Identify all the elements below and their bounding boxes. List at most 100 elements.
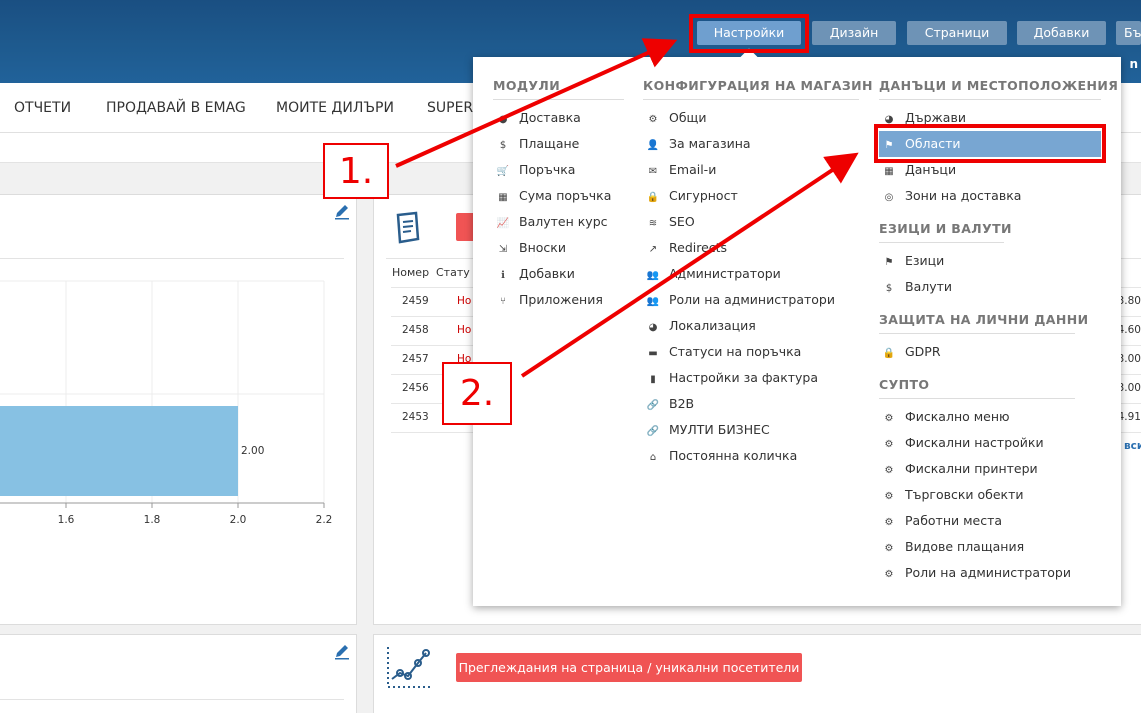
nav-super[interactable]: SUPER xyxy=(427,100,473,116)
pencil-icon[interactable] xyxy=(333,642,351,660)
menu-item-label: Видове плащания xyxy=(905,539,1025,554)
menu-item-label: Валутен курс xyxy=(519,214,608,229)
nav-pages[interactable]: Страници xyxy=(907,21,1007,45)
menu-item-label: Търговски обекти xyxy=(905,487,1024,502)
pageviews-button[interactable]: Преглеждания на страница / уникални посе… xyxy=(456,653,802,682)
order-number: 2453 xyxy=(402,411,429,423)
flag-icon: ⚑ xyxy=(884,257,894,268)
menu-item-store-config[interactable]: 🔒 Сигурност xyxy=(643,183,859,209)
store-config-title: КОНФИГУРАЦИЯ НА МАГАЗИН xyxy=(643,78,872,100)
menu-item-taxes[interactable]: ◎ Зони на доставка xyxy=(879,183,1101,209)
menu-item-label: Вноски xyxy=(519,240,566,255)
menu-item-store-config[interactable]: ≋ SEO xyxy=(643,209,859,235)
menu-item-languages[interactable]: ⚑ Езици xyxy=(879,248,1004,274)
x-tick-label: 1.6 xyxy=(58,514,75,526)
menu-item-store-config[interactable]: ◕ Локализация xyxy=(643,313,859,339)
menu-item-label: Фискални настройки xyxy=(905,435,1044,450)
nav-reports[interactable]: ОТЧЕТИ xyxy=(14,100,71,116)
order-amount: 4.60 xyxy=(1117,324,1141,336)
bar-chart: 1.6 1.8 2.0 2.2 2.00 xyxy=(0,280,333,526)
menu-item-store-config[interactable]: ↗ Redirects xyxy=(643,235,859,261)
menu-item-store-config[interactable]: ✉ Email-и xyxy=(643,157,859,183)
panel-divider xyxy=(0,699,344,700)
order-status: Но xyxy=(457,295,472,307)
menu-item-modules[interactable]: ℹ Добавки xyxy=(493,261,624,287)
privacy-title: ЗАЩИТА НА ЛИЧНИ ДАННИ xyxy=(879,312,1088,334)
users-icon: 👥 xyxy=(646,270,660,281)
menu-item-label: Email-и xyxy=(669,162,717,177)
menu-item-supto[interactable]: ⚙ Фискално меню xyxy=(879,404,1075,430)
nav-emag[interactable]: ПРОДАВАЙ В EMAG xyxy=(106,100,246,116)
menu-item-supto[interactable]: ⚙ Роли на администратори xyxy=(879,560,1075,586)
order-amount: 4.91 xyxy=(1117,411,1141,423)
info-icon: ℹ xyxy=(501,270,505,281)
gear-icon: ⚙ xyxy=(884,439,894,450)
menu-item-store-config[interactable]: ▮ Настройки за фактура xyxy=(643,365,859,391)
menu-item-store-config[interactable]: ⚙ Общи xyxy=(643,105,859,131)
menu-item-label: SEO xyxy=(669,214,695,229)
menu-item-modules[interactable]: ◕ Доставка xyxy=(493,105,624,131)
bottom-right-panel: Преглеждания на страница / уникални посе… xyxy=(373,634,1141,713)
taxes-title: ДАНЪЦИ И МЕСТОПОЛОЖЕНИЯ xyxy=(879,78,1118,100)
panel-divider xyxy=(0,258,344,259)
menu-item-store-config[interactable]: 🔗 МУЛТИ БИЗНЕС xyxy=(643,417,859,443)
menu-item-store-config[interactable]: 👤 За магазина xyxy=(643,131,859,157)
supto-title: СУПТО xyxy=(879,377,1075,399)
menu-item-label: Сума поръчка xyxy=(519,188,612,203)
menu-item-store-config[interactable]: ▬ Статуси на поръчка xyxy=(643,339,859,365)
nav-dealers[interactable]: МОИТЕ ДИЛЪРИ xyxy=(276,100,394,116)
menu-item-label: Настройки за фактура xyxy=(669,370,819,385)
link-icon: 🔗 xyxy=(646,400,660,411)
nav-more[interactable]: Бъ xyxy=(1116,21,1141,45)
menu-item-label: Данъци xyxy=(905,162,957,177)
menu-item-modules[interactable]: ⑂ Приложения xyxy=(493,287,624,313)
order-number: 2456 xyxy=(402,382,429,394)
x-tick-label: 2.2 xyxy=(316,514,333,526)
menu-item-label: Роли на администратори xyxy=(905,565,1071,580)
globe-icon: ◕ xyxy=(498,114,508,125)
dollar-icon: $ xyxy=(885,283,893,294)
user-icon: 👤 xyxy=(646,140,660,151)
x-tick-label: 1.8 xyxy=(144,514,161,526)
menu-item-label: Зони на доставка xyxy=(905,188,1022,203)
nav-design[interactable]: Дизайн xyxy=(812,21,896,45)
menu-item-store-config[interactable]: 👥 Роли на администратори xyxy=(643,287,859,313)
menu-item-store-config[interactable]: 👥 Администратори xyxy=(643,261,859,287)
menu-item-store-config[interactable]: ⌂ Постоянна количка xyxy=(643,443,859,469)
menu-item-supto[interactable]: ⚙ Работни места xyxy=(879,508,1075,534)
bar-value-label: 2.00 xyxy=(241,445,264,457)
menu-item-privacy[interactable]: 🔒 GDPR xyxy=(879,339,1075,365)
link-icon: 🔗 xyxy=(646,426,660,437)
menu-item-supto[interactable]: ⚙ Фискални принтери xyxy=(879,456,1075,482)
order-number: 2458 xyxy=(402,324,429,336)
menu-item-modules[interactable]: $ Плащане xyxy=(493,131,624,157)
menu-item-store-config[interactable]: 🔗 B2B xyxy=(643,391,859,417)
menu-item-supto[interactable]: ⚙ Видове плащания xyxy=(879,534,1075,560)
menu-item-label: За магазина xyxy=(669,136,751,151)
compass-icon: ◎ xyxy=(884,192,894,203)
menu-item-modules[interactable]: 🛒 Поръчка xyxy=(493,157,624,183)
menu-item-label: Общи xyxy=(669,110,707,125)
menu-item-languages[interactable]: $ Валути xyxy=(879,274,1004,300)
nav-addons[interactable]: Добавки xyxy=(1017,21,1106,45)
menu-item-label: Фискални принтери xyxy=(905,461,1038,476)
import-icon: ⇲ xyxy=(498,244,508,255)
menu-item-label: Постоянна количка xyxy=(669,448,798,463)
menu-item-supto[interactable]: ⚙ Фискални настройки xyxy=(879,430,1075,456)
menu-item-modules[interactable]: ⇲ Вноски xyxy=(493,235,624,261)
lock-icon: 🔒 xyxy=(646,192,660,203)
highlight-settings xyxy=(689,14,809,53)
pencil-icon[interactable] xyxy=(333,202,351,220)
menu-item-supto[interactable]: ⚙ Търговски обекти xyxy=(879,482,1075,508)
gear-icon: ⚙ xyxy=(884,413,894,424)
col-number: Номер xyxy=(392,266,430,279)
bank-icon: ⌂ xyxy=(649,452,657,463)
col-status: Стату xyxy=(436,266,470,279)
menu-item-modules[interactable]: 📈 Валутен курс xyxy=(493,209,624,235)
menu-item-modules[interactable]: ▦ Сума поръчка xyxy=(493,183,624,209)
trend-chart-icon xyxy=(387,647,430,688)
view-all-link[interactable]: вси xyxy=(1124,440,1141,452)
cart-icon: 🛒 xyxy=(496,166,510,177)
order-amount: 3.00 xyxy=(1117,382,1141,394)
menu-item-label: Локализация xyxy=(669,318,756,333)
